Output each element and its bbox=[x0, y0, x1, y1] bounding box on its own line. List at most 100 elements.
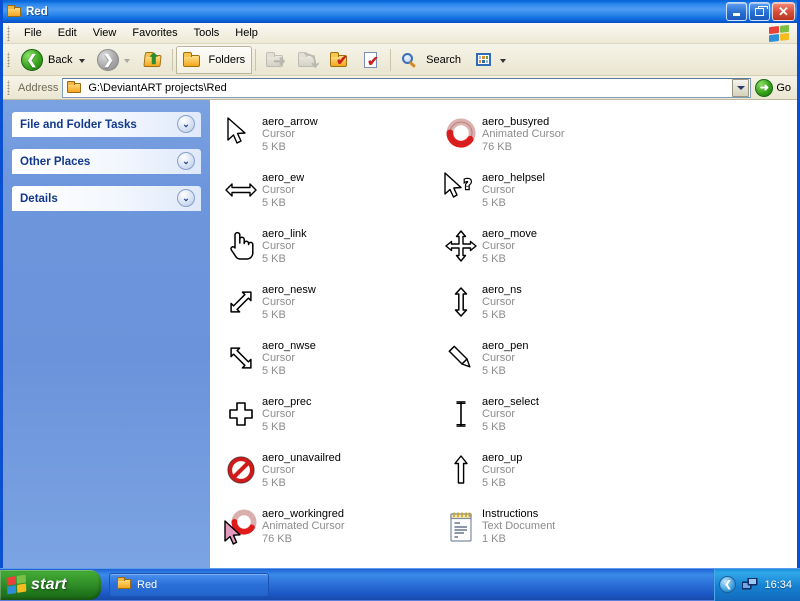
views-grid-icon bbox=[473, 50, 495, 70]
cursor-resize-nwse-icon bbox=[220, 338, 262, 378]
back-dropdown-icon[interactable] bbox=[79, 59, 85, 63]
file-item[interactable]: aero_unavailredCursor5 KB bbox=[218, 446, 438, 502]
address-input[interactable]: G:\DeviantART projects\Red bbox=[62, 78, 751, 98]
address-label: Address bbox=[16, 82, 62, 94]
menu-grip-handle[interactable] bbox=[6, 26, 13, 41]
file-item[interactable]: aero_upCursor5 KB bbox=[438, 446, 658, 502]
document-check-icon: ✔ bbox=[360, 50, 382, 70]
chevron-double-down-icon[interactable]: ⌄ bbox=[177, 115, 195, 133]
folder-icon bbox=[6, 4, 22, 20]
file-list-pane[interactable]: aero_arrowCursor5 KB aero_busyredAnimate… bbox=[210, 100, 797, 568]
file-type: Cursor bbox=[482, 408, 539, 421]
panel-details[interactable]: Details ⌄ bbox=[12, 186, 201, 211]
cursor-arrow-icon bbox=[220, 114, 262, 154]
file-name: aero_move bbox=[482, 228, 537, 240]
file-size: 76 KB bbox=[482, 141, 565, 154]
file-name: aero_nwse bbox=[262, 340, 316, 352]
file-meta: aero_upCursor5 KB bbox=[482, 450, 522, 490]
cursor-hand-link-icon bbox=[220, 226, 262, 266]
folder-icon bbox=[117, 578, 132, 591]
file-meta: aero_arrowCursor5 KB bbox=[262, 114, 318, 154]
file-item[interactable]: aero_workingredAnimated Cursor76 KB bbox=[218, 502, 438, 558]
windows-flag-icon bbox=[7, 575, 27, 595]
folders-button[interactable]: Folders bbox=[176, 46, 252, 74]
address-grip-handle[interactable] bbox=[6, 80, 13, 95]
chevron-down-icon bbox=[737, 86, 745, 90]
chevron-double-down-icon[interactable]: ⌄ bbox=[177, 152, 195, 170]
chevron-double-down-icon[interactable]: ⌄ bbox=[177, 189, 195, 207]
file-name: aero_ew bbox=[262, 172, 304, 184]
menu-view[interactable]: View bbox=[85, 24, 125, 43]
search-button[interactable]: Search bbox=[394, 46, 468, 74]
folders-label: Folders bbox=[206, 54, 247, 66]
views-dropdown-icon[interactable] bbox=[500, 59, 506, 63]
forward-dropdown-icon[interactable] bbox=[124, 59, 130, 63]
go-label: Go bbox=[776, 82, 791, 94]
content-area: File and Folder Tasks ⌄ Other Places ⌄ D… bbox=[3, 100, 797, 568]
up-button[interactable]: ⬆ bbox=[137, 46, 169, 74]
minimize-button[interactable] bbox=[726, 2, 747, 21]
go-button[interactable]: ➜ Go bbox=[751, 79, 797, 97]
file-item[interactable]: aero_nwseCursor5 KB bbox=[218, 334, 438, 390]
file-item[interactable]: aero_nsCursor5 KB bbox=[438, 278, 658, 334]
cursor-resize-nesw-icon bbox=[220, 282, 262, 322]
maximize-button[interactable] bbox=[749, 2, 770, 21]
properties-button[interactable]: ✔ bbox=[355, 46, 387, 74]
task-button-list: Red bbox=[101, 573, 714, 597]
back-button[interactable]: ❮ Back bbox=[16, 46, 92, 74]
file-item[interactable]: ? ?aero_helpselCursor5 KB bbox=[438, 166, 658, 222]
file-name: aero_arrow bbox=[262, 116, 318, 128]
file-item[interactable]: aero_busyredAnimated Cursor76 KB bbox=[438, 110, 658, 166]
file-item[interactable]: aero_moveCursor5 KB bbox=[438, 222, 658, 278]
menu-help[interactable]: Help bbox=[227, 24, 266, 43]
menu-file[interactable]: File bbox=[16, 24, 50, 43]
file-type: Cursor bbox=[482, 464, 522, 477]
file-type: Cursor bbox=[262, 184, 304, 197]
menu-tools[interactable]: Tools bbox=[186, 24, 228, 43]
file-item[interactable]: aero_precCursor5 KB bbox=[218, 390, 438, 446]
system-tray: ❮ 16:34 bbox=[714, 569, 800, 601]
file-item[interactable]: aero_penCursor5 KB bbox=[438, 334, 658, 390]
file-type: Cursor bbox=[262, 240, 307, 253]
task-button-red[interactable]: Red bbox=[109, 573, 269, 597]
address-bar: Address G:\DeviantART projects\Red ➜ Go bbox=[3, 76, 797, 100]
folders-icon bbox=[181, 50, 203, 70]
file-item[interactable]: aero_linkCursor5 KB bbox=[218, 222, 438, 278]
menu-favorites[interactable]: Favorites bbox=[124, 24, 185, 43]
network-connection-icon[interactable] bbox=[742, 578, 758, 592]
toolbar: ❮ Back ❯ ⬆ Folders ➜ ⤵ ✔ ✔ bbox=[3, 44, 797, 76]
file-item[interactable]: InstructionsText Document1 KB bbox=[438, 502, 658, 558]
toolbar-grip-handle[interactable] bbox=[6, 52, 13, 67]
search-label: Search bbox=[424, 54, 463, 66]
views-button[interactable] bbox=[468, 46, 513, 74]
menu-edit[interactable]: Edit bbox=[50, 24, 85, 43]
file-item[interactable]: aero_ewCursor5 KB bbox=[218, 166, 438, 222]
window-controls: ✕ bbox=[726, 2, 795, 21]
file-name: aero_nesw bbox=[262, 284, 316, 296]
file-type: Cursor bbox=[482, 184, 545, 197]
address-dropdown-button[interactable] bbox=[732, 79, 749, 97]
close-button[interactable]: ✕ bbox=[772, 2, 795, 21]
file-size: 5 KB bbox=[482, 197, 545, 210]
file-item[interactable]: aero_neswCursor5 KB bbox=[218, 278, 438, 334]
panel-other-places[interactable]: Other Places ⌄ bbox=[12, 149, 201, 174]
file-type: Cursor bbox=[262, 464, 341, 477]
file-item[interactable]: aero_arrowCursor5 KB bbox=[218, 110, 438, 166]
file-meta: aero_busyredAnimated Cursor76 KB bbox=[482, 114, 565, 154]
task-label: Red bbox=[137, 579, 157, 591]
start-button[interactable]: start bbox=[0, 570, 101, 600]
delete-button[interactable]: ✔ bbox=[323, 46, 355, 74]
file-size: 5 KB bbox=[262, 141, 318, 154]
forward-button[interactable]: ❯ bbox=[92, 46, 137, 74]
go-arrow-icon: ➜ bbox=[755, 79, 773, 97]
panel-file-and-folder-tasks[interactable]: File and Folder Tasks ⌄ bbox=[12, 112, 201, 137]
file-meta: aero_nsCursor5 KB bbox=[482, 282, 522, 322]
title-bar: Red ✕ bbox=[3, 0, 797, 23]
file-meta: aero_penCursor5 KB bbox=[482, 338, 529, 378]
file-size: 5 KB bbox=[262, 477, 341, 490]
explorer-window: Red ✕ File Edit View Favorites Tools Hel… bbox=[0, 0, 800, 568]
chevron-left-icon[interactable]: ❮ bbox=[719, 576, 736, 593]
file-item[interactable]: aero_selectCursor5 KB bbox=[438, 390, 658, 446]
menu-bar: File Edit View Favorites Tools Help bbox=[3, 23, 797, 44]
file-type: Cursor bbox=[262, 408, 312, 421]
